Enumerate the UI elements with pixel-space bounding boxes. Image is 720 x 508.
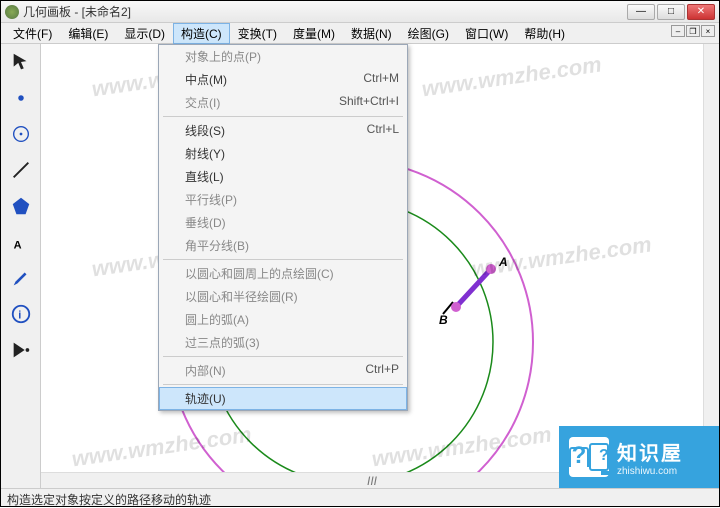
menu-item-d: 垂线(D) [159, 211, 407, 234]
menu-edit[interactable]: 编辑(E) [60, 23, 116, 44]
menu-item-r: 以圆心和半径绘圆(R) [159, 285, 407, 308]
mdi-restore[interactable]: ❐ [686, 25, 700, 37]
circle-tool[interactable] [7, 120, 35, 148]
menu-separator [163, 259, 403, 260]
brand-text: 知识屋 zhishiwu.com [617, 437, 683, 477]
menu-item-y[interactable]: 射线(Y) [159, 142, 407, 165]
marker-tool[interactable] [7, 264, 35, 292]
polygon-tool[interactable] [7, 192, 35, 220]
menu-item-i: 交点(I)Shift+Ctrl+I [159, 91, 407, 114]
menu-display[interactable]: 显示(D) [116, 23, 173, 44]
menu-graph[interactable]: 绘图(G) [400, 23, 457, 44]
brand-logo-icon [569, 437, 609, 477]
window-title: 几何画板 - [未命名2] [23, 3, 627, 20]
info-tool[interactable]: i [7, 300, 35, 328]
menu-item-c: 以圆心和圆周上的点绘圆(C) [159, 262, 407, 285]
menu-separator [163, 116, 403, 117]
maximize-button[interactable]: □ [657, 4, 685, 20]
menu-item-s[interactable]: 线段(S)Ctrl+L [159, 119, 407, 142]
statusbar: 构造选定对象按定义的路径移动的轨迹 [1, 488, 719, 506]
menu-item-l[interactable]: 直线(L) [159, 165, 407, 188]
svg-text:A: A [13, 239, 21, 251]
toolbox: A i [1, 44, 41, 488]
menu-item-p: 对象上的点(P) [159, 45, 407, 68]
custom-tool[interactable] [7, 336, 35, 364]
menu-transform[interactable]: 变换(T) [230, 23, 285, 44]
text-tool[interactable]: A [7, 228, 35, 256]
menu-item-p: 平行线(P) [159, 188, 407, 211]
minimize-button[interactable]: — [627, 4, 655, 20]
window-controls: — □ ✕ [627, 4, 715, 20]
brand-badge[interactable]: 知识屋 zhishiwu.com [559, 426, 719, 488]
point-label-a: A [498, 255, 508, 269]
point-label-b: B [439, 313, 448, 327]
menu-measure[interactable]: 度量(M) [285, 23, 343, 44]
menu-separator [163, 356, 403, 357]
menu-item-m[interactable]: 中点(M)Ctrl+M [159, 68, 407, 91]
menu-item-n: 内部(N)Ctrl+P [159, 359, 407, 382]
menu-data[interactable]: 数据(N) [343, 23, 400, 44]
menu-item-b: 角平分线(B) [159, 234, 407, 257]
menu-help[interactable]: 帮助(H) [516, 23, 573, 44]
svg-text:i: i [18, 310, 21, 322]
menu-construct[interactable]: 构造(C) [173, 23, 230, 44]
point-tool[interactable] [7, 84, 35, 112]
mdi-close[interactable]: × [701, 25, 715, 37]
menu-item-a: 圆上的弧(A) [159, 308, 407, 331]
mdi-controls: – ❐ × [671, 25, 715, 37]
menu-separator [163, 384, 403, 385]
arrow-tool[interactable] [7, 48, 35, 76]
close-button[interactable]: ✕ [687, 4, 715, 20]
app-icon [5, 5, 19, 19]
menubar: 文件(F) 编辑(E) 显示(D) 构造(C) 变换(T) 度量(M) 数据(N… [1, 23, 719, 44]
scrollbar-vertical[interactable] [703, 44, 719, 472]
construct-dropdown: 对象上的点(P)中点(M)Ctrl+M交点(I)Shift+Ctrl+I 线段(S… [158, 44, 408, 411]
menu-file[interactable]: 文件(F) [5, 23, 60, 44]
titlebar: 几何画板 - [未命名2] — □ ✕ [1, 1, 719, 23]
line-tool[interactable] [7, 156, 35, 184]
mdi-minimize[interactable]: – [671, 25, 685, 37]
menu-item-u[interactable]: 轨迹(U) [159, 387, 407, 410]
menu-window[interactable]: 窗口(W) [457, 23, 516, 44]
menu-item-: 过三点的弧(3) [159, 331, 407, 354]
